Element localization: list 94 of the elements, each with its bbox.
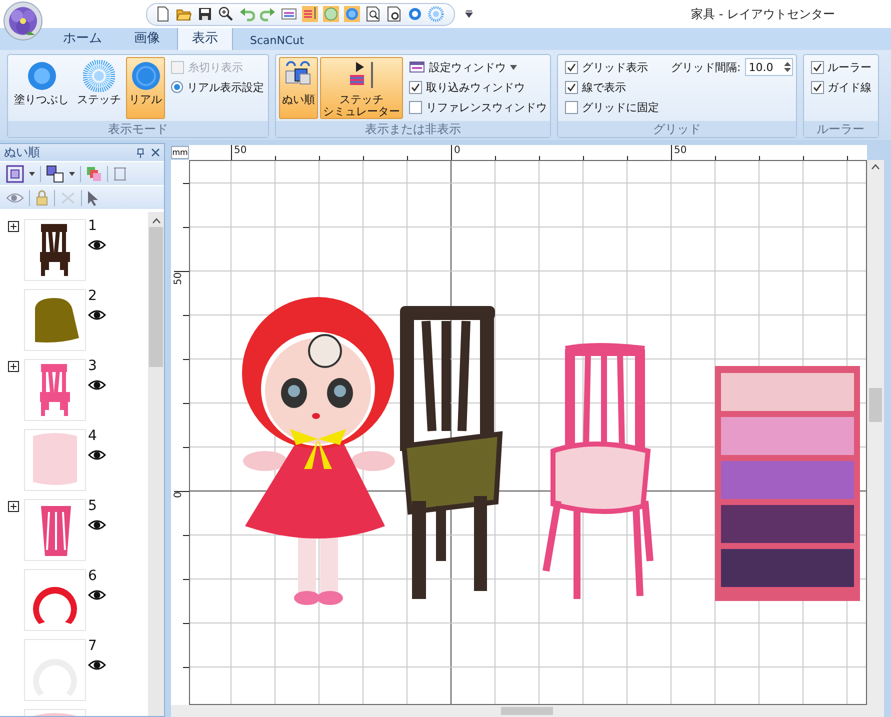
check-mark-icon [567,62,576,72]
item-number: 5 [88,499,98,513]
grid-spacing-field[interactable]: 10.0 [744,58,793,76]
scroll-up-icon[interactable] [871,164,880,170]
design-thumbnail[interactable] [24,219,86,281]
window-title: 家具 - レイアウトセンター [691,6,835,22]
window-icon [409,61,425,73]
checkbox[interactable]: ルーラー [810,60,872,74]
checkbox[interactable]: リファレンスウィンドウ [409,100,547,114]
scrollbar[interactable] [171,705,884,717]
eye-icon[interactable] [88,659,106,671]
panel-title: ぬい順 [4,144,41,161]
pin-icon[interactable] [136,148,145,158]
ribbon-button[interactable]: 塗りつぶし [11,57,72,119]
filled-circle-icon[interactable] [407,6,423,22]
ribbon-button[interactable]: ぬい順 [279,57,318,119]
eye-icon[interactable] [88,519,106,531]
eye-icon[interactable] [88,449,106,461]
group-title: 表示モード [8,121,268,137]
eye-icon[interactable] [88,379,106,391]
item-number: 2 [88,289,98,303]
pattern-window-icon[interactable] [281,6,297,22]
eye-icon[interactable] [88,309,106,321]
check-mark-icon [567,82,576,92]
design-thumbnail[interactable] [24,499,86,561]
caret-icon [510,64,517,70]
document-zoom-icon[interactable] [365,6,381,22]
undo-icon[interactable] [239,6,255,22]
item-number: 7 [88,639,98,653]
spin-arrows-icon [782,60,792,74]
expand-icon[interactable] [8,361,19,372]
ribbon-button[interactable]: ステッチ [74,57,124,119]
checkbox[interactable]: 線で表示 [565,80,659,94]
customize-caret-icon[interactable] [465,10,473,18]
stitch-circle-icon[interactable] [428,6,444,22]
scrollbar[interactable] [867,160,884,705]
item-number: 4 [88,429,98,443]
stitch-simulator-icon[interactable] [302,6,318,22]
scrollbar[interactable] [148,212,164,716]
ruler-label: 50 [173,272,184,285]
design-thumbnail[interactable] [24,569,86,631]
check-mark-icon [812,62,822,72]
radio-button[interactable]: リアル表示設定 [171,80,264,94]
design-canvas[interactable] [189,160,867,705]
design-thumbnail[interactable] [24,639,86,701]
item-number: 6 [88,569,98,583]
group-title: グリッド [558,121,796,137]
scroll-up-icon[interactable] [152,218,160,224]
eye-icon[interactable] [88,589,106,601]
item-number: 1 [88,219,98,233]
ribbon-tab[interactable]: 表示 [177,26,233,50]
expand-icon[interactable] [8,501,19,512]
checkbox[interactable]: グリッド表示 [565,60,659,74]
caret-icon[interactable] [69,172,75,176]
ribbon-tab[interactable]: ホーム [48,26,117,50]
eye-icon[interactable] [88,239,106,251]
ribbon-button[interactable]: リアル [126,57,165,119]
group-title: ルーラー [804,121,878,137]
design-thumbnail[interactable] [24,289,86,351]
dropdown-button[interactable]: 設定ウィンドウ [409,60,547,74]
check-mark-icon [411,82,420,92]
fit-view-icon[interactable] [6,164,24,182]
item-number: 3 [88,359,98,373]
ribbon-tab[interactable]: 画像 [119,26,175,50]
save-icon[interactable] [197,6,213,22]
ribbon-button[interactable]: ステッチ シミュレーター [320,57,403,119]
scrollbar-thumb[interactable] [149,227,163,367]
pointer-icon[interactable] [87,190,99,206]
frame-icon[interactable] [113,166,127,180]
scrollbar-thumb[interactable] [501,707,553,715]
caret-icon[interactable] [29,172,35,176]
checkbox[interactable]: 取り込みウィンドウ [409,80,547,94]
ruler-label: 0 [173,492,184,498]
field-label: グリッド間隔: [671,60,741,74]
design-thumbnail[interactable] [24,429,86,491]
check-mark-icon [812,82,822,92]
expand-icon[interactable] [8,221,19,232]
dresser-drawing[interactable] [715,366,860,601]
group-title: 表示または非表示 [276,121,550,137]
color-blocks-icon[interactable] [86,166,102,182]
redo-icon[interactable] [260,6,276,22]
zoom-in-icon[interactable] [218,6,234,22]
ruler-unit: mm [171,146,189,159]
checkbox[interactable]: グリッドに固定 [565,100,659,114]
close-icon[interactable] [151,148,160,157]
scrollbar-thumb[interactable] [869,388,882,422]
chair-drawing[interactable] [400,306,503,599]
checkbox[interactable]: ガイド線 [810,80,872,94]
new-file-icon[interactable] [155,6,171,22]
document-settings-icon[interactable] [386,6,402,22]
swap-order-icon[interactable] [46,164,64,182]
doll-drawing[interactable] [242,297,395,605]
design-thumbnail[interactable] [24,359,86,421]
ribbon-tab[interactable]: ScanNCut [235,31,319,50]
